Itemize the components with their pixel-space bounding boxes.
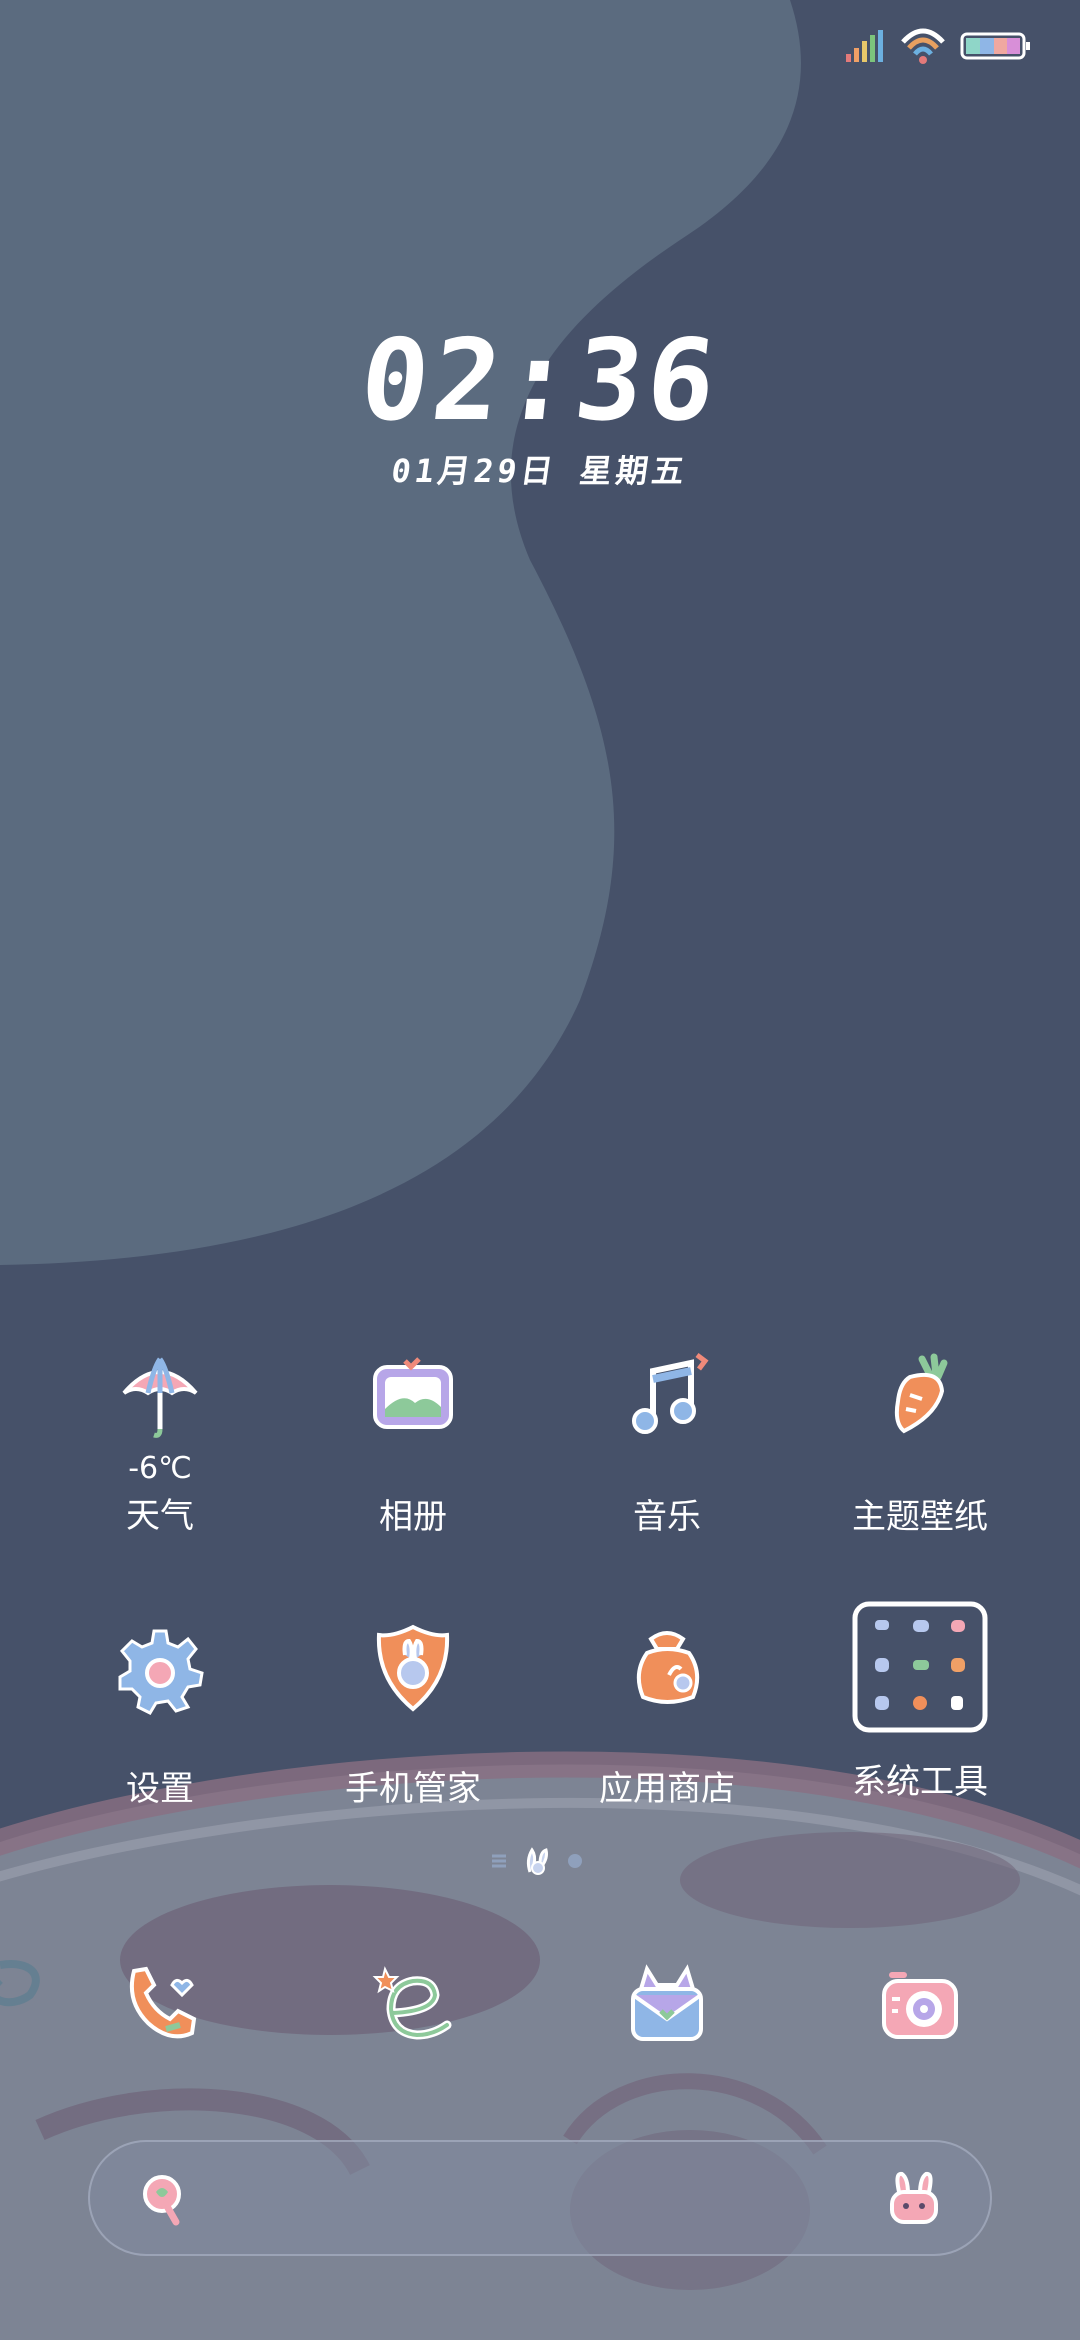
search-bar[interactable] (88, 2140, 992, 2256)
bunny-icon (890, 2171, 938, 2224)
bag-icon (636, 1631, 700, 1704)
weather-temperature: -6℃ (128, 1451, 192, 1486)
menu-dots-icon (492, 1854, 506, 1868)
folder-grid-icon (852, 1601, 988, 1733)
battery-icon (960, 32, 1030, 60)
app-settings[interactable]: 设置 (40, 1617, 280, 1810)
app-gallery[interactable]: 相册 (293, 1345, 533, 1538)
app-store[interactable]: 应用商店 (547, 1617, 787, 1810)
bunny-page-icon (526, 1847, 548, 1875)
app-label: 手机管家 (345, 1769, 481, 1809)
status-bar (846, 22, 1032, 70)
app-label: 设置 (126, 1769, 194, 1809)
clock-date: 01月29日 星期五 (388, 452, 691, 490)
folder-system-tools[interactable]: 系统工具 (800, 1600, 1040, 1803)
app-label: 应用商店 (599, 1769, 735, 1809)
app-themes[interactable]: 主题壁纸 (800, 1345, 1040, 1538)
signal-bars-icon (846, 30, 883, 62)
app-label: 音乐 (633, 1497, 701, 1537)
page-indicator[interactable] (490, 1846, 584, 1876)
carrot-icon (894, 1353, 948, 1434)
shield-bunny-icon (376, 1624, 450, 1712)
gear-icon (118, 1629, 204, 1715)
app-label: 主题壁纸 (852, 1497, 988, 1537)
photo-frame-icon (373, 1357, 453, 1429)
app-label: 天气 (126, 1496, 194, 1536)
page-dot-icon (568, 1854, 582, 1868)
app-label: 系统工具 (852, 1762, 988, 1802)
app-music[interactable]: 音乐 (547, 1345, 787, 1538)
clock-time: 02:36 (354, 316, 726, 446)
wifi-icon (901, 28, 945, 64)
phone-icon[interactable] (110, 1955, 210, 2055)
messages-icon[interactable] (617, 1955, 717, 2055)
umbrella-icon (122, 1357, 198, 1438)
search-icon (143, 2175, 181, 2226)
camera-icon[interactable] (870, 1955, 970, 2055)
music-note-icon (632, 1353, 709, 1434)
home-screen: 02:36 01月29日 星期五 -6℃ 天气 相册 音乐 主题壁纸 设置 手机… (0, 0, 1080, 2340)
app-label: 相册 (379, 1497, 447, 1537)
browser-icon[interactable] (363, 1955, 463, 2055)
app-phone-manager[interactable]: 手机管家 (293, 1617, 533, 1810)
app-weather[interactable]: -6℃ 天气 (40, 1345, 280, 1537)
